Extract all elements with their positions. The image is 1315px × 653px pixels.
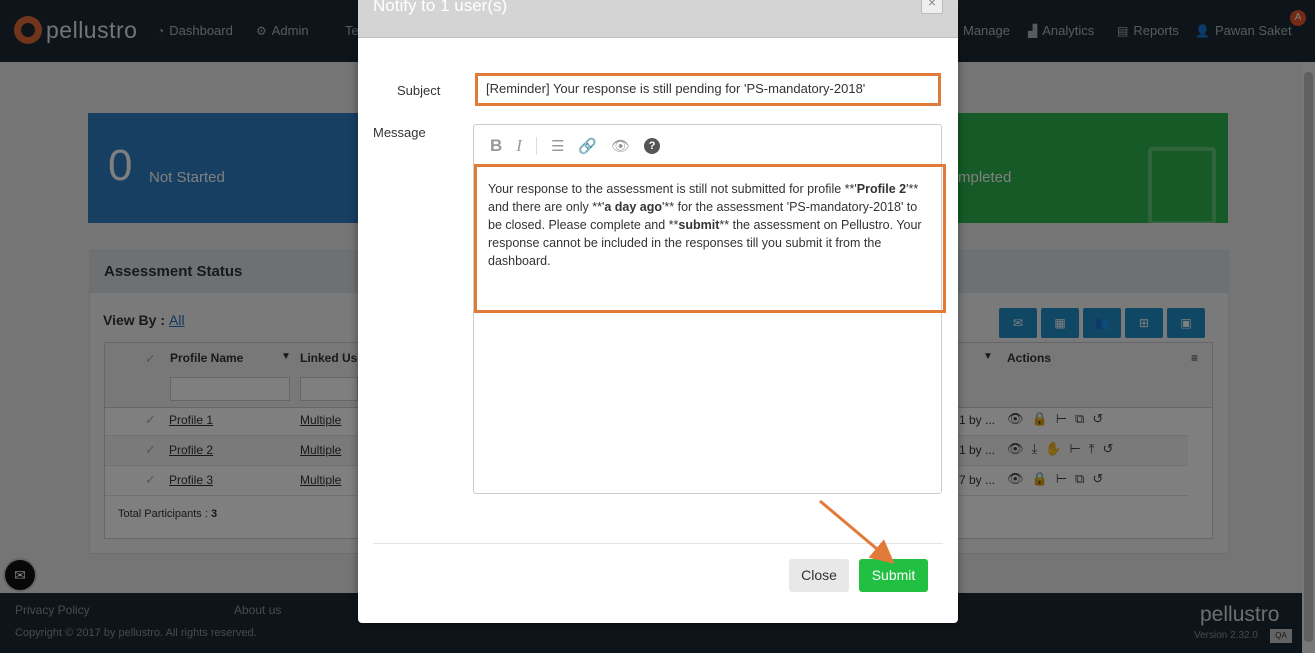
message-text[interactable]: Your response to the assessment is still… <box>488 180 933 270</box>
bold-icon[interactable]: B <box>490 136 502 156</box>
modal-title: Notify to 1 user(s) <box>373 0 508 15</box>
help-icon[interactable]: ? <box>644 138 661 154</box>
submit-button[interactable]: Submit <box>859 559 928 592</box>
modal-header: Notify to 1 user(s) × <box>358 0 958 38</box>
message-label: Message <box>373 125 426 140</box>
notify-modal: Notify to 1 user(s) × Subject Message B … <box>358 0 958 623</box>
italic-icon[interactable]: I <box>516 136 522 156</box>
close-button[interactable]: Close <box>789 559 849 592</box>
editor-toolbar: B I ☰ 🔗 👁 ? <box>490 136 674 156</box>
modal-close-x-button[interactable]: × <box>921 0 943 14</box>
modal-footer-divider <box>373 543 943 544</box>
link-icon[interactable]: 🔗 <box>578 137 597 155</box>
preview-eye-icon[interactable]: 👁 <box>611 137 630 155</box>
message-text-highlight: Your response to the assessment is still… <box>474 164 946 313</box>
subject-field-highlight <box>475 73 941 106</box>
toolbar-divider <box>535 137 537 155</box>
message-part: Your response to the assessment is still… <box>488 182 857 196</box>
message-bold: Profile 2 <box>856 182 907 196</box>
message-bold: a day ago <box>604 200 663 214</box>
message-bold: submit <box>678 218 720 232</box>
subject-label: Subject <box>397 83 441 98</box>
subject-input[interactable] <box>486 81 926 96</box>
list-icon[interactable]: ☰ <box>551 137 564 155</box>
